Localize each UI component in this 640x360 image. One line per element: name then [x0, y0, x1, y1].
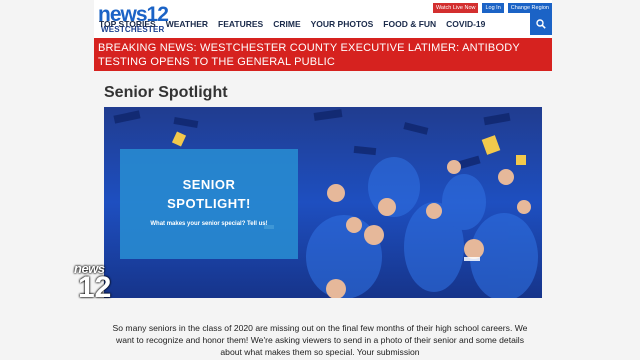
- nav-your-photos[interactable]: YOUR PHOTOS: [306, 17, 379, 31]
- overlay-title: SENIOR SPOTLIGHT!: [120, 175, 298, 213]
- nav-top-stories[interactable]: TOP STORIES: [94, 17, 161, 31]
- nav-covid-19[interactable]: COVID-19: [441, 17, 490, 31]
- nav-features[interactable]: FEATURES: [213, 17, 268, 31]
- overlay-title-line-2: SPOTLIGHT!: [167, 196, 251, 211]
- nav-food-fun[interactable]: FOOD & FUN: [378, 17, 441, 31]
- overlay-title-line-1: SENIOR: [182, 177, 236, 192]
- nav-weather[interactable]: WEATHER: [161, 17, 213, 31]
- page-title: Senior Spotlight: [104, 84, 228, 101]
- utility-links: Watch Live Now Log In Change Region: [432, 3, 552, 13]
- login-button[interactable]: Log In: [482, 3, 504, 13]
- main-nav: TOP STORIES WEATHER FEATURES CRIME YOUR …: [94, 17, 490, 31]
- news12-watermark: news 12: [74, 261, 118, 307]
- breaking-news-banner[interactable]: BREAKING NEWS: WESTCHESTER COUNTY EXECUT…: [94, 38, 552, 71]
- watch-live-button[interactable]: Watch Live Now: [432, 3, 479, 13]
- watermark-number: 12: [78, 271, 112, 304]
- overlay-subtitle: What makes your senior special? Tell us!: [150, 221, 268, 227]
- nav-crime[interactable]: CRIME: [268, 17, 305, 31]
- article-body: So many seniors in the class of 2020 are…: [112, 323, 528, 357]
- hero-image: SENIOR SPOTLIGHT! What makes your senior…: [104, 107, 542, 298]
- search-icon: [536, 19, 546, 29]
- search-button[interactable]: [530, 13, 552, 35]
- senior-spotlight-card[interactable]: SENIOR SPOTLIGHT! What makes your senior…: [120, 149, 298, 259]
- change-region-button[interactable]: Change Region: [507, 3, 552, 13]
